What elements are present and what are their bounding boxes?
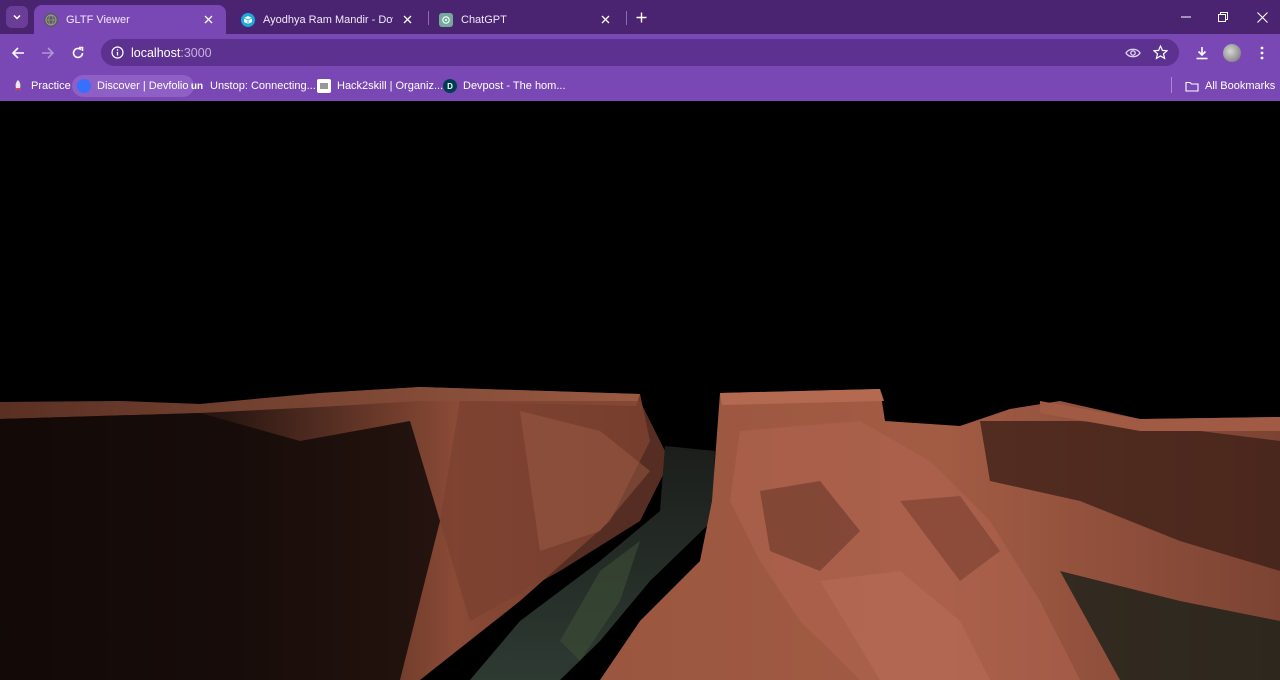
hack2skill-icon bbox=[317, 79, 331, 93]
menu-button[interactable] bbox=[1251, 42, 1273, 64]
unstop-icon: un bbox=[190, 80, 204, 92]
tab-chatgpt[interactable]: ChatGPT bbox=[429, 5, 623, 34]
close-icon[interactable] bbox=[399, 12, 415, 28]
tab-title: GLTF Viewer bbox=[66, 13, 130, 26]
toolbar: localhost:3000 bbox=[0, 34, 1280, 71]
arrow-right-icon bbox=[42, 47, 55, 59]
all-bookmarks-button[interactable]: All Bookmarks bbox=[1180, 75, 1280, 97]
tab-separator bbox=[626, 11, 627, 25]
minimize-icon bbox=[1181, 16, 1191, 18]
chevron-down-icon bbox=[13, 14, 21, 20]
bookmark-unstop[interactable]: un Unstop: Connecting... bbox=[185, 75, 321, 97]
downloads-button[interactable] bbox=[1191, 42, 1213, 64]
new-tab-button[interactable] bbox=[631, 8, 651, 26]
bookmark-label: Unstop: Connecting... bbox=[210, 80, 316, 92]
more-vert-icon bbox=[1260, 46, 1264, 60]
profile-button[interactable] bbox=[1221, 42, 1243, 64]
site-info-icon[interactable] bbox=[109, 45, 125, 61]
tab-strip: GLTF Viewer Ayodhya Ram Mandir - Downlo … bbox=[0, 0, 1280, 34]
address-bar[interactable]: localhost:3000 bbox=[101, 39, 1179, 66]
bookmark-devfolio[interactable]: Discover | Devfolio bbox=[72, 75, 194, 97]
all-bookmarks-label: All Bookmarks bbox=[1205, 80, 1276, 92]
close-icon[interactable] bbox=[200, 12, 216, 28]
bookmarks-divider bbox=[1171, 77, 1172, 93]
bookmark-label: Discover | Devfolio bbox=[97, 80, 189, 92]
bookmark-label: Practice bbox=[31, 80, 71, 92]
close-icon[interactable] bbox=[597, 12, 613, 28]
bookmark-practice[interactable]: Practice bbox=[6, 75, 76, 97]
tab-search-button[interactable] bbox=[6, 6, 28, 28]
download-icon bbox=[1196, 47, 1208, 60]
sketchfab-icon bbox=[241, 12, 255, 27]
bookmark-hack2skill[interactable]: Hack2skill | Organiz... bbox=[312, 75, 448, 97]
url-host: localhost bbox=[131, 45, 181, 60]
arrow-left-icon bbox=[11, 47, 24, 59]
star-icon[interactable] bbox=[1152, 44, 1168, 60]
avatar bbox=[1223, 44, 1241, 62]
back-button[interactable] bbox=[6, 41, 30, 65]
eye-icon[interactable] bbox=[1125, 45, 1141, 61]
reload-button[interactable] bbox=[66, 41, 90, 65]
tab-ayodhya[interactable]: Ayodhya Ram Mandir - Downlo bbox=[231, 5, 425, 34]
chatgpt-icon bbox=[439, 12, 453, 27]
plus-icon bbox=[636, 12, 646, 22]
bookmark-devpost[interactable]: D Devpost - The hom... bbox=[438, 75, 571, 97]
restore-button[interactable] bbox=[1208, 6, 1238, 28]
restore-icon bbox=[1218, 12, 1228, 22]
tab-gltf-viewer[interactable]: GLTF Viewer bbox=[34, 5, 226, 34]
globe-icon bbox=[44, 12, 58, 27]
tab-title: ChatGPT bbox=[461, 13, 507, 26]
minimize-button[interactable] bbox=[1171, 6, 1201, 28]
bookmarks-bar: Practice Discover | Devfolio un Unstop: … bbox=[0, 71, 1280, 101]
bookmark-label: Hack2skill | Organiz... bbox=[337, 80, 444, 92]
canyon-3d-model[interactable] bbox=[0, 101, 1280, 680]
close-icon bbox=[1256, 11, 1268, 23]
bookmark-label: Devpost - The hom... bbox=[463, 80, 566, 92]
reload-icon bbox=[72, 46, 84, 59]
forward-button[interactable] bbox=[36, 41, 60, 65]
url-port: :3000 bbox=[180, 45, 212, 60]
devpost-icon: D bbox=[443, 79, 457, 93]
gltf-viewport[interactable] bbox=[0, 101, 1280, 680]
tab-title: Ayodhya Ram Mandir - Downlo bbox=[263, 13, 393, 26]
practice-icon bbox=[11, 79, 25, 93]
devfolio-icon bbox=[77, 79, 91, 93]
folder-icon bbox=[1185, 79, 1199, 93]
close-window-button[interactable] bbox=[1247, 6, 1277, 28]
